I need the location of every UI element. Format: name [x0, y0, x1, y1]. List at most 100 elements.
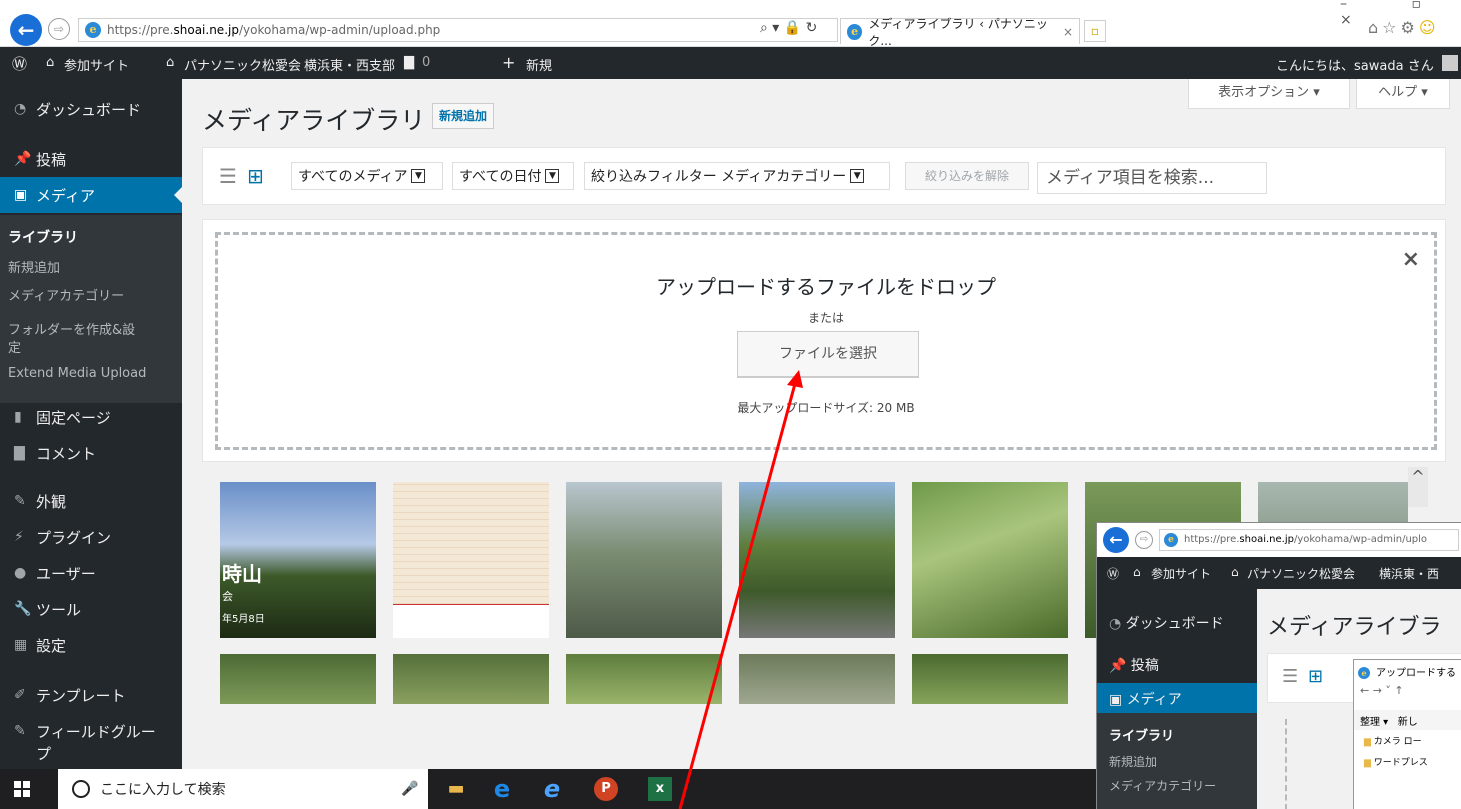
edge-icon[interactable]: e	[490, 777, 514, 801]
menu-label: ユーザー	[36, 564, 96, 583]
wordpress-logo-icon[interactable]: Ⓦ	[12, 53, 27, 74]
new-tab-button[interactable]: ▫	[1084, 20, 1106, 42]
close-icon[interactable]: ×	[1402, 247, 1420, 272]
browser-tab[interactable]: e メディアライブラリ ‹ パナソニック... ×	[840, 17, 1080, 48]
media-thumbnail[interactable]	[393, 482, 549, 638]
site-name-link[interactable]: パナソニック松愛会	[184, 55, 301, 74]
menu-label: コメント	[36, 444, 97, 463]
forward-arrow-icon[interactable]: ⇨	[1135, 531, 1153, 549]
menu-templates[interactable]: ✐ テンプレート	[0, 677, 182, 713]
site-branch[interactable]: 横浜東・西	[1379, 565, 1439, 582]
dashboard-icon: ◔	[14, 101, 27, 117]
inset-menu-media[interactable]: ▣ メディア	[1097, 683, 1257, 713]
media-search-input[interactable]: メディア項目を検索...	[1037, 162, 1267, 194]
category-select[interactable]: 絞り込みフィルター メディアカテゴリー ▼	[584, 162, 890, 190]
scroll-up-arrow-icon[interactable]: ^	[1408, 467, 1428, 507]
back-arrow-icon[interactable]: ←	[1103, 527, 1129, 553]
media-thumbnail[interactable]	[912, 482, 1068, 638]
menu-pages[interactable]: ▮ 固定ページ	[0, 399, 182, 435]
submenu-media-category[interactable]: メディアカテゴリー	[8, 285, 124, 304]
menu-field-groups[interactable]: ✎ フィールドグルー	[0, 713, 182, 749]
screen-options-tab[interactable]: 表示オプション ▾	[1188, 79, 1350, 109]
forward-arrow-icon[interactable]: ⇨	[48, 18, 70, 40]
submenu-media-category[interactable]: メディアカテゴリー	[1109, 777, 1216, 794]
site-name-link[interactable]: パナソニック松愛会	[1247, 565, 1355, 582]
comment-icon[interactable]: ▇	[404, 55, 414, 70]
avatar[interactable]	[1442, 55, 1458, 71]
media-thumbnail[interactable]	[912, 654, 1068, 704]
drop-zone[interactable]: アップロードするファイルをドロップ または ファイルを選択 最大アップロードサイ…	[215, 232, 1437, 450]
dialog-folder-item[interactable]: ▆ カメラ ロー	[1354, 730, 1461, 751]
url-domain: shoai.ne.jp	[1239, 534, 1294, 545]
new-content-link[interactable]: 新規	[526, 55, 552, 74]
new-folder-button[interactable]: 新し	[1398, 717, 1418, 728]
menu-posts[interactable]: 📌 投稿	[0, 141, 182, 177]
menu-settings[interactable]: ▦ 設定	[0, 627, 182, 663]
media-thumbnail[interactable]	[393, 654, 549, 704]
comments-count[interactable]: 0	[422, 55, 430, 70]
list-view-icon[interactable]: ☰	[219, 164, 237, 188]
submenu-folder-cont[interactable]: 定	[8, 337, 21, 356]
windows-start-icon[interactable]	[14, 781, 30, 797]
dialog-nav-arrows[interactable]: ← → ˅ ↑	[1354, 682, 1461, 702]
tab-close-icon[interactable]: ×	[1063, 25, 1073, 39]
grid-view-icon[interactable]: ⊞	[1308, 666, 1323, 687]
select-files-button[interactable]: ファイルを選択	[737, 331, 919, 377]
greeting[interactable]: こんにちは、sawada さん	[1276, 55, 1434, 74]
inset-menu-dashboard[interactable]: ◔ ダッシュボード	[1109, 613, 1224, 633]
add-new-button[interactable]: 新規追加	[432, 103, 495, 129]
menu-appearance[interactable]: ✎ 外観	[0, 483, 182, 519]
submenu-extend-upload[interactable]: Extend Media Upload	[8, 366, 146, 381]
my-sites-icon[interactable]: ⌂	[46, 55, 54, 70]
my-sites-icon[interactable]: ⌂	[1133, 565, 1141, 579]
home-icon[interactable]: ⌂	[1231, 565, 1239, 579]
menu-label: フィールドグルー	[36, 722, 156, 741]
help-tab[interactable]: ヘルプ ▾	[1356, 79, 1450, 109]
inset-menu-posts[interactable]: 📌 投稿	[1109, 655, 1159, 675]
menu-field-groups-cont[interactable]: プ	[36, 743, 51, 764]
taskbar-search-input[interactable]: ここに入力して検索	[58, 769, 428, 809]
submenu-add-new[interactable]: 新規追加	[8, 257, 60, 276]
back-arrow-icon[interactable]: ←	[10, 14, 42, 46]
menu-label: 設定	[36, 636, 67, 655]
address-bar[interactable]: e https://pre. shoai.ne.jp/yokohama/wp-ad…	[78, 18, 838, 42]
media-thumbnail[interactable]	[566, 482, 722, 638]
media-type-select[interactable]: すべてのメディア ▼	[291, 162, 443, 190]
menu-plugins[interactable]: ⚡ プラグイン	[0, 519, 182, 555]
site-branch[interactable]: 横浜東・西支部	[304, 55, 395, 74]
clear-filter-button[interactable]: 絞り込みを解除	[905, 162, 1029, 190]
submenu-add-new[interactable]: 新規追加	[1109, 753, 1157, 770]
my-sites-link[interactable]: 参加サイト	[64, 55, 129, 74]
favorites-icons[interactable]: ⌂☆⚙☺	[1368, 18, 1440, 37]
file-explorer-icon[interactable]: ▬	[444, 777, 468, 801]
submenu-folder[interactable]: フォルダーを作成&設	[8, 319, 135, 338]
powerpoint-icon[interactable]: P	[594, 777, 618, 801]
organize-button[interactable]: 整理 ▾	[1360, 717, 1388, 728]
menu-users[interactable]: ● ユーザー	[0, 555, 182, 591]
menu-dashboard[interactable]: ◔ ダッシュボード	[0, 91, 182, 127]
plus-icon[interactable]: +	[502, 53, 515, 72]
media-thumbnail[interactable]	[220, 654, 376, 704]
microphone-icon[interactable]: 🎤	[398, 777, 422, 801]
menu-comments[interactable]: ▇ コメント	[0, 435, 182, 471]
submenu-library[interactable]: ライブラリ	[8, 227, 78, 247]
media-thumbnail[interactable]	[739, 482, 895, 638]
home-icon[interactable]: ⌂	[166, 55, 174, 70]
media-thumbnail[interactable]: 時山 会 年5月8日	[220, 482, 376, 638]
media-thumbnail[interactable]	[739, 654, 895, 704]
menu-media[interactable]: ▣ メディア	[0, 177, 182, 213]
excel-icon[interactable]: x	[648, 777, 672, 801]
dialog-folder-item[interactable]: ▆ ワードプレス	[1354, 751, 1461, 772]
inset-address-bar[interactable]: e https://pre.shoai.ne.jp/yokohama/wp-adm…	[1159, 529, 1459, 551]
my-sites-link[interactable]: 参加サイト	[1151, 565, 1211, 582]
date-select[interactable]: すべての日付 ▼	[452, 162, 574, 190]
list-view-icon[interactable]: ☰	[1282, 666, 1298, 687]
wordpress-logo-icon[interactable]: Ⓦ	[1107, 565, 1119, 582]
media-thumbnail[interactable]	[566, 654, 722, 704]
menu-label: ダッシュボード	[1125, 616, 1224, 632]
internet-explorer-icon[interactable]: e	[540, 777, 564, 801]
grid-view-icon[interactable]: ⊞	[247, 164, 264, 188]
submenu-library[interactable]: ライブラリ	[1109, 725, 1174, 744]
address-tools-icon[interactable]: ⌕ ▾ 🔒 ↻	[760, 20, 817, 36]
menu-tools[interactable]: 🔧 ツール	[0, 591, 182, 627]
